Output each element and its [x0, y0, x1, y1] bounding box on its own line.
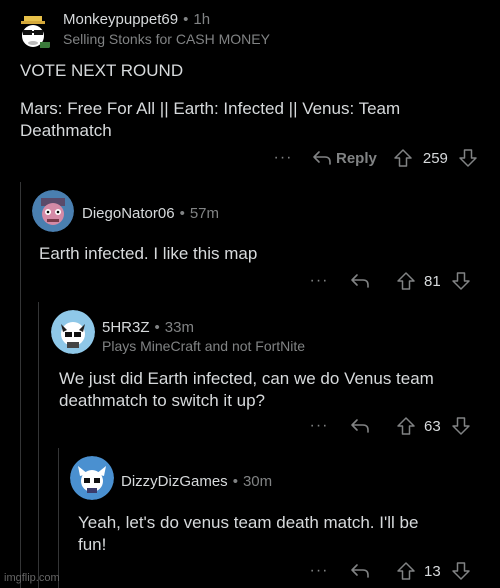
comment-text-line: VOTE NEXT ROUND — [20, 61, 184, 80]
comment-body: Yeah, let's do venus team death match. I… — [78, 512, 490, 556]
comment-body: Earth infected. I like this map — [39, 243, 489, 265]
timestamp: 1h — [193, 11, 211, 28]
more-icon[interactable]: ··· — [306, 417, 332, 435]
username[interactable]: 5HR3Z — [102, 319, 150, 336]
comment-header: DizzyDizGames • 30m — [121, 473, 272, 490]
user-flair: Selling Stonks for CASH MONEY — [63, 31, 270, 47]
comment-actions: ··· 63 — [306, 414, 471, 438]
more-icon[interactable]: ··· — [306, 562, 332, 580]
upvote-arrow-icon[interactable] — [396, 271, 416, 291]
username[interactable]: DizzyDizGames — [121, 473, 228, 490]
upvote-arrow-icon[interactable] — [396, 416, 416, 436]
upvote-arrow-icon[interactable] — [393, 148, 413, 168]
separator-dot: • — [183, 11, 189, 28]
comment-text-line: Earth infected. I like this map — [39, 244, 258, 263]
downvote-arrow-icon[interactable] — [451, 271, 471, 291]
more-icon[interactable]: ··· — [270, 149, 296, 167]
thread-line-level-1[interactable] — [20, 182, 21, 588]
username[interactable]: Monkeypuppet69 — [63, 11, 178, 28]
vote-count: 63 — [424, 417, 441, 435]
comment-header: 5HR3Z • 33m — [102, 319, 194, 336]
timestamp: 57m — [189, 205, 220, 222]
thread-line-level-3[interactable] — [58, 448, 59, 588]
username[interactable]: DiegoNator06 — [82, 205, 175, 222]
comment-actions: ··· 13 — [306, 559, 471, 583]
timestamp: 30m — [242, 473, 273, 490]
separator-dot: • — [179, 205, 185, 222]
comment-header: DiegoNator06 • 57m — [82, 205, 219, 222]
comment-header: Monkeypuppet69 • 1h — [63, 11, 210, 28]
separator-dot: • — [154, 319, 160, 336]
reply-button[interactable]: Reply — [312, 150, 377, 167]
timestamp: 33m — [164, 319, 194, 336]
comment-body: VOTE NEXT ROUND Mars: Free For All || Ea… — [20, 60, 490, 142]
avatar[interactable] — [32, 190, 74, 232]
upvote-arrow-icon[interactable] — [396, 561, 416, 581]
user-flair: Plays MineCraft and not FortNite — [102, 338, 306, 354]
thread-line-level-2[interactable] — [38, 302, 39, 588]
comment-text-line: fun! — [78, 535, 107, 554]
separator-dot: • — [232, 473, 238, 490]
comment-actions: ··· 81 — [306, 269, 471, 293]
reply-label: Reply — [336, 149, 377, 167]
comment-text-line: We just did Earth infected, can we do Ve… — [59, 369, 434, 388]
comment-actions: ··· Reply 259 — [270, 146, 478, 170]
downvote-arrow-icon[interactable] — [451, 561, 471, 581]
more-icon[interactable]: ··· — [306, 272, 332, 290]
avatar[interactable] — [12, 10, 56, 54]
avatar[interactable] — [70, 456, 114, 500]
comment-text-line: Mars: Free For All || Earth: Infected ||… — [20, 99, 401, 118]
reply-arrow-icon[interactable] — [350, 273, 370, 289]
reply-arrow-icon[interactable] — [350, 563, 370, 579]
vote-count: 259 — [422, 149, 448, 167]
vote-count: 13 — [424, 562, 441, 580]
reply-arrow-icon[interactable] — [350, 418, 370, 434]
comment-body: We just did Earth infected, can we do Ve… — [59, 368, 489, 412]
reply-arrow-icon — [313, 151, 331, 165]
downvote-arrow-icon[interactable] — [458, 148, 478, 168]
comment-text-line: Deathmatch — [20, 121, 112, 140]
comment-text-spacer — [20, 82, 490, 98]
comment-text-line: deathmatch to switch it up? — [59, 391, 266, 410]
avatar[interactable] — [51, 310, 95, 354]
comment-text-line: Yeah, let's do venus team death match. I… — [78, 513, 419, 532]
vote-count: 81 — [424, 272, 441, 290]
downvote-arrow-icon[interactable] — [451, 416, 471, 436]
watermark: imgflip.com — [4, 572, 60, 584]
